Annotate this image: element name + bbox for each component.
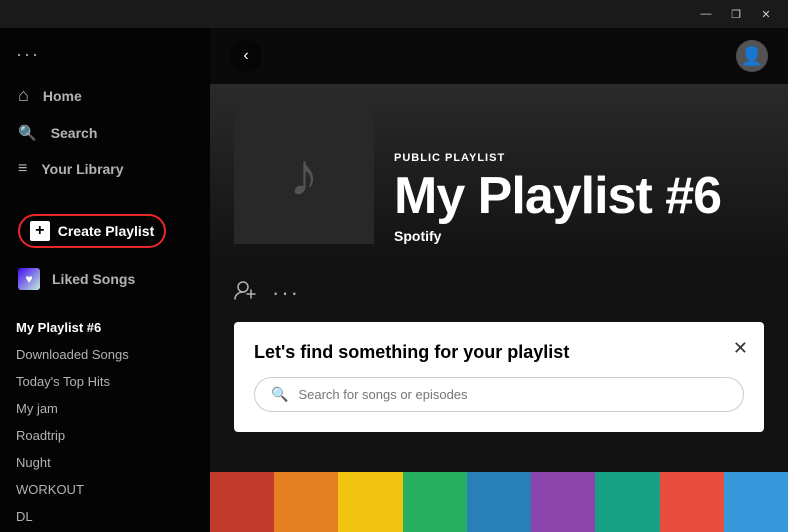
search-icon: 🔍 [18, 124, 37, 142]
sidebar-item-library[interactable]: ≡ Your Library [8, 152, 202, 186]
list-item[interactable]: Nught [16, 449, 194, 476]
playlist-actions: ··· [210, 264, 788, 322]
list-item[interactable]: WORKOUT [16, 476, 194, 503]
playlist-list: My Playlist #6 Downloaded Songs Today's … [0, 314, 210, 532]
sidebar: ··· ⌂ Home 🔍 Search ≡ Your Library + Cre… [0, 28, 210, 532]
close-button[interactable]: ✕ [752, 4, 780, 24]
sidebar-nav: ⌂ Home 🔍 Search ≡ Your Library [0, 77, 210, 186]
music-note-icon: ♪ [289, 140, 319, 209]
user-icon: 👤 [741, 46, 763, 67]
create-playlist-button[interactable]: + Create Playlist [8, 206, 202, 256]
find-section: Let's find something for your playlist 🔍… [234, 322, 764, 432]
strip-segment [274, 472, 338, 532]
add-person-icon [234, 280, 256, 305]
list-item[interactable]: Downloaded Songs [16, 341, 194, 368]
sidebar-item-search[interactable]: 🔍 Search [8, 116, 202, 150]
app-body: ··· ⌂ Home 🔍 Search ≡ Your Library + Cre… [0, 28, 788, 532]
strip-segment [338, 472, 402, 532]
heart-icon: ♥ [18, 268, 40, 290]
strip-segment [210, 472, 274, 532]
window-controls: — ❐ ✕ [692, 4, 780, 24]
add-person-button[interactable] [234, 280, 256, 306]
sidebar-dots: ··· [0, 40, 210, 77]
strip-segment [595, 472, 659, 532]
list-item[interactable]: Roadtrip [16, 422, 194, 449]
create-playlist-label: Create Playlist [58, 223, 155, 239]
playlist-info: PUBLIC PLAYLIST My Playlist #6 Spotify [394, 152, 721, 244]
close-find-button[interactable]: ✕ [733, 338, 748, 359]
more-icon: ··· [272, 280, 300, 305]
plus-icon: + [30, 221, 50, 241]
strip-segment [724, 472, 788, 532]
sidebar-item-search-label: Search [51, 125, 98, 141]
create-playlist-circle: + Create Playlist [18, 214, 166, 248]
home-icon: ⌂ [18, 85, 29, 106]
sidebar-item-library-label: Your Library [41, 161, 123, 177]
sidebar-item-home-label: Home [43, 88, 82, 104]
playlist-type-label: PUBLIC PLAYLIST [394, 152, 721, 164]
playlist-hero: ♪ PUBLIC PLAYLIST My Playlist #6 Spotify [210, 84, 788, 264]
top-bar: ‹ 👤 [210, 28, 788, 84]
playlist-owner: Spotify [394, 228, 721, 244]
user-avatar[interactable]: 👤 [736, 40, 768, 72]
list-item[interactable]: My jam [16, 395, 194, 422]
more-options-button[interactable]: ··· [272, 280, 300, 306]
maximize-button[interactable]: ❐ [722, 4, 750, 24]
strip-segment [660, 472, 724, 532]
playlist-title: My Playlist #6 [394, 170, 721, 222]
liked-songs-item[interactable]: ♥ Liked Songs [0, 260, 210, 298]
search-input[interactable] [298, 387, 727, 402]
list-item[interactable]: DL [16, 503, 194, 530]
liked-songs-label: Liked Songs [52, 271, 135, 287]
find-section-title: Let's find something for your playlist [254, 342, 744, 363]
playlist-art: ♪ [234, 104, 374, 244]
bottom-strip [210, 472, 788, 532]
back-button[interactable]: ‹ [230, 40, 262, 72]
strip-segment [467, 472, 531, 532]
search-bar: 🔍 [254, 377, 744, 412]
list-item[interactable]: My Playlist #6 [16, 314, 194, 341]
close-icon: ✕ [733, 338, 748, 358]
sidebar-item-home[interactable]: ⌂ Home [8, 77, 202, 114]
search-icon: 🔍 [271, 386, 288, 403]
library-icon: ≡ [18, 160, 27, 178]
main-content: ‹ 👤 ♪ PUBLIC PLAYLIST My Playlist #6 Spo… [210, 28, 788, 532]
strip-segment [403, 472, 467, 532]
strip-segment [531, 472, 595, 532]
title-bar: — ❐ ✕ [0, 0, 788, 28]
minimize-button[interactable]: — [692, 4, 720, 24]
list-item[interactable]: Today's Top Hits [16, 368, 194, 395]
